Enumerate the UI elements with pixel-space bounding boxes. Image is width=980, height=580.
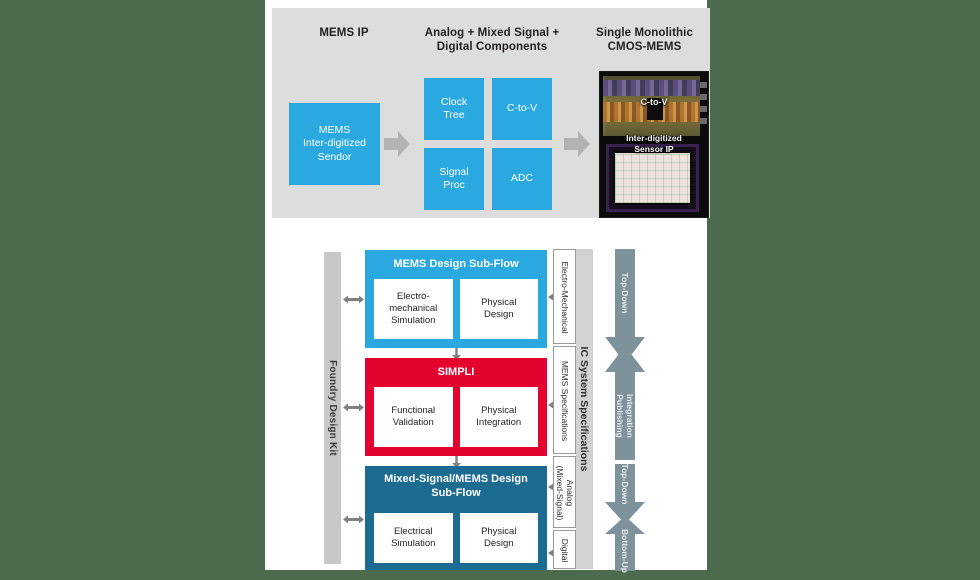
sub-box-line2: Design [483,309,514,320]
double-arrow-icon-foundry-simpli [343,399,364,412]
block-simpli-title: SIMPLI [437,366,475,378]
block-mixed-signal-mems-design-sub-flow: Mixed-Signal/MEMS Design Sub-Flow Electr… [365,466,547,570]
sub-box-line1: Electro- [396,291,430,302]
block-simpli: SIMPLI Functional Validation Physical In… [365,358,547,456]
sub-box-line2: Simulation [391,538,436,549]
block-mixed-signal-title: Mixed-Signal/MEMS Design Sub-Flow [365,466,547,500]
top-panel: MEMS IP Analog + Mixed Signal + Digital … [272,8,710,218]
sub-box-electrical-simulation: Electrical Simulation [374,513,453,563]
block-mems-line1: MEMS [318,123,351,136]
chip-die-label-sensor-ip: Inter-digitized Sensor IP [600,133,708,155]
process-arrow-bottom-up-label: Bottom-Up [620,529,630,573]
spec-item-electro-mechanical: Electro-Mechanical [553,249,576,344]
process-arrow-top-down-2: Top-Down [605,464,645,524]
block-c-to-v: C-to-V [492,78,552,140]
chip-die-label-c-to-v: C-to-V [640,97,668,107]
sub-box-line2: Validation [392,417,434,428]
arrow-right-icon-mems-to-components [384,129,410,159]
block-mems-line3: Sendor [317,150,352,163]
chip-die-photo: C-to-V Inter-digitized Sensor IP [599,71,709,218]
sub-box-row: Electrical Simulation Physical Design [374,513,538,563]
double-arrow-icon-foundry-mixed-signal [343,511,364,524]
block-mems-line2: Inter-digitized [302,137,367,150]
column-title-analog-line1: Analog + Mixed Signal + [424,27,560,39]
sub-box-line1: Physical [481,526,517,537]
block-mems-design-sub-flow: MEMS Design Sub-Flow Electro- mechanical… [365,250,547,348]
spec-item-label: Analog (Mixed-Signal) [554,457,577,529]
ic-system-specifications-label: IC System Specifications [578,346,591,472]
sub-box-row: Functional Validation Physical Integrati… [374,387,538,447]
spec-item-label: MEMS Specifications [560,360,571,442]
block-clock-line2: Tree [443,109,465,121]
block-mixed-signal-title-line2: Sub-Flow [431,487,481,499]
block-ctov-label: C-to-V [506,102,538,115]
block-adc-label: ADC [510,172,534,185]
sub-box-electro-mechanical-simulation: Electro- mechanical Simulation [374,279,453,339]
column-title-analog-mixed-digital: Analog + Mixed Signal + Digital Componen… [412,26,572,54]
sub-box-functional-validation: Functional Validation [374,387,453,447]
sub-box-line3: Simulation [391,315,436,326]
sub-box-line1: Physical [481,405,517,416]
block-clock-tree: Clock Tree [424,78,484,140]
sub-box-physical-design-mixed-signal: Physical Design [459,513,538,563]
spec-item-label: Electro-Mechanical [560,261,571,334]
design-flow-diagram: Foundry Design Kit MEMS Design Sub-Flow [265,228,707,573]
sub-box-physical-design-mems: Physical Design [459,279,538,339]
block-mixed-signal-title-line1: Mixed-Signal/MEMS Design [384,473,528,485]
sub-box-row: Electro- mechanical Simulation Physical … [374,279,538,339]
sub-box-line1: Functional [391,405,436,416]
block-mems-inter-digitized-sendor: MEMS Inter-digitized Sendor [289,103,380,185]
process-arrow-label-line2: Publishing [615,394,625,438]
spec-item-digital: Digital [553,530,576,569]
sub-box-line2: Design [483,538,514,549]
double-arrow-icon-foundry-mems [343,291,364,304]
block-adc: ADC [492,148,552,210]
process-arrow-top-down-2-label: Top-Down [620,463,630,505]
chip-die-label-sensor-line1: Inter-digitized [626,132,682,143]
sub-box-line1: Physical [481,297,517,308]
spec-item-label: Digital [560,538,571,563]
process-arrow-bottom-up: Bottom-Up [605,516,645,573]
sub-box-line1: Electrical [393,526,433,537]
process-arrow-top-down-1-label: Top-Down [620,272,630,314]
process-arrow-label-line1: Integration [625,394,635,438]
chip-die-sensor-array [613,151,692,205]
block-mems-design-sub-flow-title: MEMS Design Sub-Flow [393,258,519,270]
column-title-analog-line2: Digital Components [436,41,548,53]
arrow-right-icon-components-to-chip [564,129,590,159]
chip-die-logic-rows [603,80,700,96]
sub-box-line2: mechanical [389,303,438,314]
column-title-single-monolithic: Single Monolithic CMOS-MEMS [582,26,707,54]
foundry-design-kit-label: Foundry Design Kit [327,360,338,456]
spec-item-label-line1: Analog [565,479,576,507]
column-title-mems-ip: MEMS IP [319,27,369,39]
spec-item-mems-specifications: MEMS Specifications [553,346,576,454]
sub-box-line2: Integration [476,417,522,428]
chip-die-label-sensor-line2: Sensor IP [634,143,674,154]
process-arrow-integration-publishing: Integration Publishing [605,346,645,460]
column-title-single-line2: CMOS-MEMS [607,41,682,53]
process-arrow-integration-publishing-label: Integration Publishing [605,372,645,460]
sub-box-physical-integration: Physical Integration [459,387,538,447]
block-signal-proc: Signal Proc [424,148,484,210]
block-clock-line1: Clock [440,95,468,108]
chip-bond-pad [700,118,707,124]
block-sigproc-line1: Signal [439,165,469,178]
figure-page: MEMS IP Analog + Mixed Signal + Digital … [265,0,710,573]
column-title-single-line1: Single Monolithic [596,27,693,39]
block-sigproc-line2: Proc [443,179,465,191]
chip-bond-pad [700,82,707,88]
spec-item-analog-mixed-signal: Analog (Mixed-Signal) [553,456,576,528]
spec-item-label-line2: (Mixed-Signal) [555,465,566,521]
